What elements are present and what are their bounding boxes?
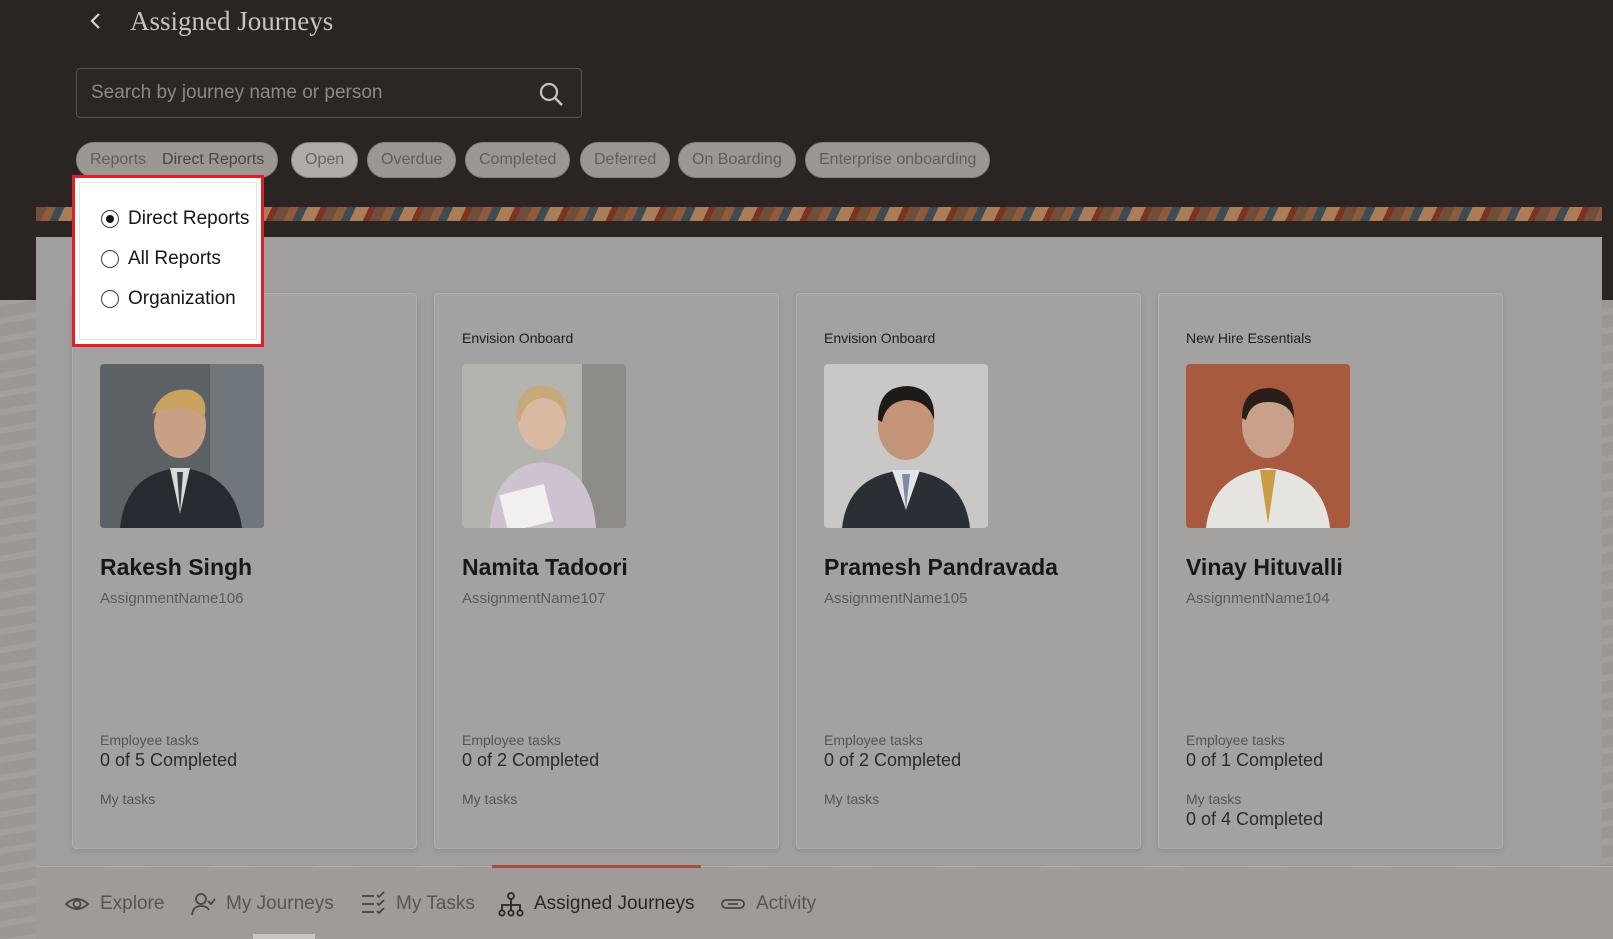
- filter-chip-on-boarding[interactable]: On Boarding: [678, 142, 796, 178]
- card-journey-name: Envision Onboard: [462, 330, 574, 346]
- card-journey-name: Envision Onboard: [824, 330, 936, 346]
- filter-chip-completed[interactable]: Completed: [465, 142, 571, 178]
- employee-tasks-label: Employee tasks: [462, 732, 561, 748]
- reports-filter-label: Reports: [90, 151, 147, 168]
- chevron-left-icon: [90, 13, 100, 29]
- reports-option-label: All Reports: [128, 248, 221, 269]
- my-tasks-value: 0 of 4 Completed: [1186, 809, 1324, 829]
- card-person-name: Vinay Hituvalli: [1186, 554, 1343, 580]
- my-tasks-label: My tasks: [824, 791, 880, 807]
- avatar: [100, 364, 264, 528]
- card-assignment: AssignmentName106: [100, 590, 244, 607]
- org-chart-icon: [498, 891, 524, 916]
- employee-tasks-label: Employee tasks: [824, 732, 923, 748]
- back-button[interactable]: [84, 6, 108, 36]
- employee-tasks-label: Employee tasks: [100, 732, 199, 748]
- employee-tasks-value: 0 of 1 Completed: [1186, 750, 1324, 770]
- decorative-banner: [36, 207, 1602, 221]
- journey-card[interactable]: Rakesh Singh AssignmentName106 Employee …: [72, 293, 417, 849]
- card-journey-name: New Hire Essentials: [1186, 330, 1312, 346]
- employee-tasks-value: 0 of 2 Completed: [462, 750, 600, 770]
- radio-button[interactable]: [101, 250, 119, 268]
- radio-button-checked[interactable]: [101, 210, 119, 228]
- reports-option-label: Organization: [128, 288, 236, 309]
- card-assignment: AssignmentName105: [824, 590, 968, 607]
- nav-my-tasks[interactable]: My Tasks: [360, 867, 475, 939]
- reports-option-direct-reports[interactable]: Direct Reports: [101, 205, 249, 233]
- link-icon: [721, 898, 745, 909]
- checklist-icon: [362, 890, 385, 914]
- reports-option-all-reports[interactable]: All Reports: [101, 245, 221, 273]
- avatar: [824, 364, 988, 528]
- reports-option-organization[interactable]: Organization: [101, 285, 236, 313]
- bottom-navigation: Explore My Journeys My Tasks Assigned Jo…: [36, 865, 1613, 939]
- employee-tasks-value: 0 of 2 Completed: [824, 750, 962, 770]
- search-box[interactable]: [76, 68, 582, 118]
- employee-tasks-value: 0 of 5 Completed: [100, 750, 238, 770]
- nav-assigned-journeys[interactable]: Assigned Journeys: [492, 865, 701, 939]
- search-icon[interactable]: [537, 80, 565, 108]
- filter-chip-open[interactable]: Open: [291, 142, 359, 178]
- nav-label: My Journeys: [226, 892, 334, 914]
- avatar: [1186, 364, 1350, 528]
- card-person-name: Rakesh Singh: [100, 554, 253, 580]
- person-icon: [191, 892, 216, 915]
- nav-label: Assigned Journeys: [534, 892, 695, 914]
- filter-chip-deferred[interactable]: Deferred: [580, 142, 671, 178]
- my-tasks-label: My tasks: [1186, 791, 1242, 807]
- nav-explore[interactable]: Explore: [64, 867, 164, 939]
- my-tasks-label: My tasks: [462, 791, 518, 807]
- reports-dropdown-menu: Direct Reports All Reports Organization: [72, 175, 264, 347]
- nav-label: Explore: [100, 892, 165, 914]
- my-tasks-label: My tasks: [100, 791, 156, 807]
- journey-card[interactable]: Envision Onboard Pramesh Pandravada Assi…: [796, 293, 1141, 849]
- card-assignment: AssignmentName107: [462, 590, 606, 607]
- nav-label: Activity: [756, 892, 817, 914]
- card-person-name: Namita Tadoori: [462, 554, 628, 580]
- card-person-name: Pramesh Pandravada: [824, 554, 1058, 580]
- nav-my-journeys[interactable]: My Journeys: [190, 867, 334, 939]
- journey-card[interactable]: New Hire Essentials Vinay Hituvalli Assi…: [1158, 293, 1503, 849]
- reports-option-label: Direct Reports: [128, 208, 250, 229]
- reports-filter-chip[interactable]: Reports Direct Reports: [76, 142, 279, 178]
- employee-tasks-label: Employee tasks: [1186, 732, 1285, 748]
- eye-icon: [64, 897, 90, 910]
- card-assignment: AssignmentName104: [1186, 590, 1330, 607]
- page-title: Assigned Journeys: [130, 6, 334, 36]
- scroll-indicator: [253, 934, 315, 939]
- filter-chip-enterprise-onboarding[interactable]: Enterprise onboarding: [805, 142, 991, 178]
- avatar: [462, 364, 626, 528]
- nav-label: My Tasks: [396, 892, 475, 914]
- filter-chip-overdue[interactable]: Overdue: [367, 142, 457, 178]
- nav-activity[interactable]: Activity: [720, 867, 816, 939]
- reports-dropdown-list: Direct Reports All Reports Organization: [79, 182, 257, 340]
- radio-button[interactable]: [101, 290, 119, 308]
- journey-card[interactable]: Envision Onboard Namita Tadoori Assignme…: [434, 293, 779, 849]
- search-input[interactable]: [91, 69, 511, 117]
- reports-filter-value: Direct Reports: [162, 151, 265, 168]
